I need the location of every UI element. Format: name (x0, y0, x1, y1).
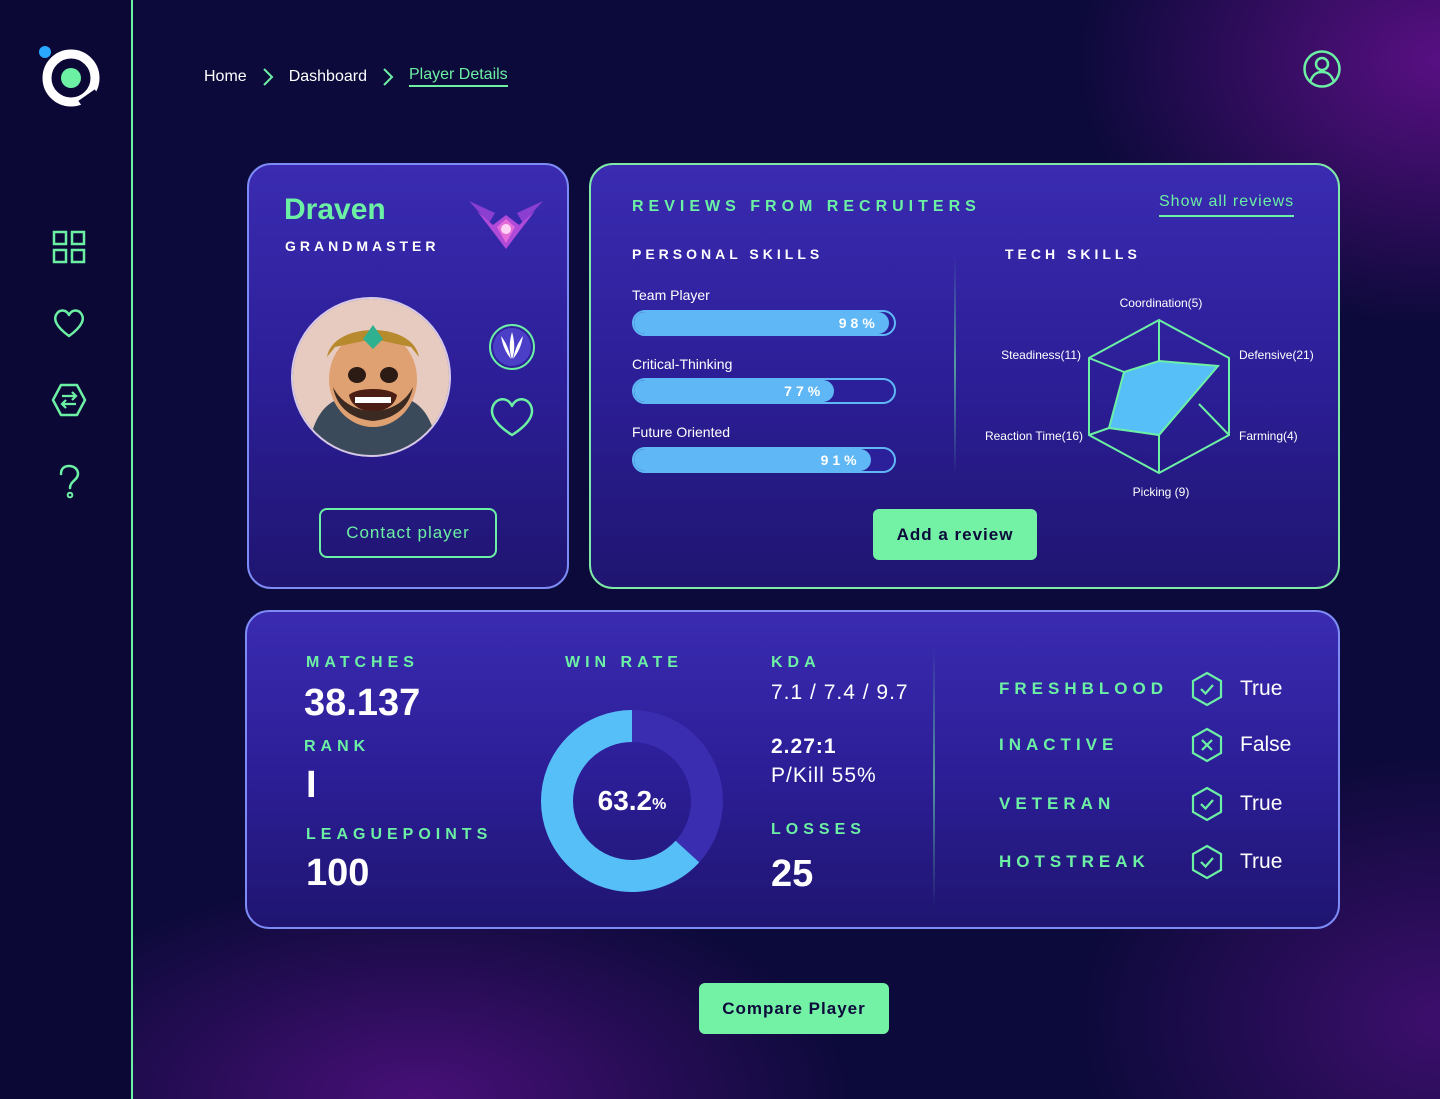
stats-card: MATCHES 38.137 RANK I LEAGUEPOINTS 100 W… (245, 610, 1340, 929)
matches-value: 38.137 (304, 682, 421, 724)
app-logo[interactable] (36, 42, 106, 112)
skill-bar: 77% (632, 378, 896, 404)
nav-transfer[interactable] (48, 379, 90, 421)
user-profile-icon (1303, 50, 1341, 88)
skill-bar: 98% (632, 310, 896, 336)
winrate-label: WIN RATE (565, 654, 683, 671)
kda-label: KDA (771, 654, 821, 671)
skill-bar-fill: 91% (634, 449, 871, 471)
show-all-reviews-link[interactable]: Show all reviews (1159, 193, 1295, 217)
radar-label-picking: Picking (9) (1133, 485, 1190, 499)
personal-skills-heading: PERSONAL SKILLS (632, 246, 824, 262)
flag-label-freshblood: FRESHBLOOD (999, 679, 1168, 698)
check-hex-icon (1191, 671, 1223, 707)
contact-player-button[interactable]: Contact player (319, 508, 497, 558)
losses-value: 25 (771, 853, 814, 895)
pkill-value: P/Kill 55% (771, 764, 877, 787)
add-review-button[interactable]: Add a review (873, 509, 1037, 560)
dashboard-grid-icon (52, 230, 86, 264)
radar-label-farming: Farming(4) (1239, 429, 1298, 443)
skill-bar: 91% (632, 447, 896, 473)
check-hex-icon (1191, 786, 1223, 822)
breadcrumb: Home Dashboard Player Details (204, 66, 508, 87)
sidebar (0, 0, 133, 1099)
nav-dashboard[interactable] (48, 226, 90, 268)
radar-label-defensive: Defensive(21) (1239, 348, 1314, 362)
reviews-title: REVIEWS FROM RECRUITERS (632, 198, 981, 215)
grandmaster-emblem-icon (467, 193, 545, 253)
leaguepoints-value: 100 (306, 852, 370, 894)
flag-value-inactive: False (1240, 733, 1292, 756)
kda-value: 7.1 / 7.4 / 9.7 (771, 681, 909, 704)
skill-label: Critical-Thinking (632, 356, 733, 372)
flag-label-hotstreak: HOTSTREAK (999, 852, 1150, 871)
winrate-value: 63.2% (541, 710, 723, 892)
breadcrumb-dashboard[interactable]: Dashboard (289, 68, 367, 86)
skills-divider (954, 257, 956, 475)
nav-help[interactable] (48, 460, 90, 502)
skill-label: Team Player (632, 287, 710, 303)
flag-value-veteran: True (1240, 792, 1283, 815)
nav-favorites[interactable] (48, 302, 90, 344)
transfer-icon (51, 383, 87, 417)
leaguepoints-label: LEAGUEPOINTS (306, 826, 493, 843)
breadcrumb-current[interactable]: Player Details (408, 66, 508, 87)
winrate-number: 63.2 (597, 785, 653, 816)
role-badge-icon[interactable] (487, 322, 537, 372)
breadcrumb-home[interactable]: Home (204, 68, 247, 86)
losses-label: LOSSES (771, 821, 866, 838)
player-tier: GRANDMASTER (285, 238, 440, 254)
skill-label: Future Oriented (632, 424, 731, 440)
chevron-right-icon (262, 67, 274, 86)
kda-ratio: 2.27:1 (771, 735, 837, 758)
matches-label: MATCHES (306, 654, 419, 671)
flag-value-freshblood: True (1240, 677, 1283, 700)
rank-value: I (306, 764, 317, 806)
tech-skills-heading: TECH SKILLS (1005, 246, 1141, 262)
flag-label-inactive: INACTIVE (999, 735, 1119, 754)
skill-bar-fill: 98% (634, 312, 889, 334)
heart-icon (53, 309, 85, 338)
skill-bar-fill: 77% (634, 380, 835, 402)
compare-player-button[interactable]: Compare Player (699, 983, 889, 1034)
radar-label-reaction: Reaction Time(16) (985, 429, 1083, 443)
winrate-unit: % (652, 796, 667, 813)
x-hex-icon (1191, 727, 1223, 763)
profile-button[interactable] (1302, 49, 1342, 89)
rank-label: RANK (304, 738, 371, 755)
stats-divider (933, 648, 935, 908)
flag-label-veteran: VETERAN (999, 794, 1116, 813)
player-name: Draven (284, 193, 386, 226)
radar-label-coordination: Coordination(5) (1120, 296, 1203, 310)
reviews-card: REVIEWS FROM RECRUITERS Show all reviews… (589, 163, 1340, 589)
tech-skills-radar: Coordination(5) Defensive(21) Farming(4)… (985, 296, 1314, 499)
player-avatar (291, 297, 451, 457)
player-card: Draven GRANDMASTER Contact player (247, 163, 569, 589)
favorite-heart-icon[interactable] (487, 393, 537, 439)
radar-label-steadiness: Steadiness(11) (1001, 348, 1081, 362)
check-hex-icon (1191, 844, 1223, 880)
chevron-right-icon (383, 67, 394, 86)
flag-value-hotstreak: True (1240, 850, 1283, 873)
help-icon (59, 464, 80, 499)
